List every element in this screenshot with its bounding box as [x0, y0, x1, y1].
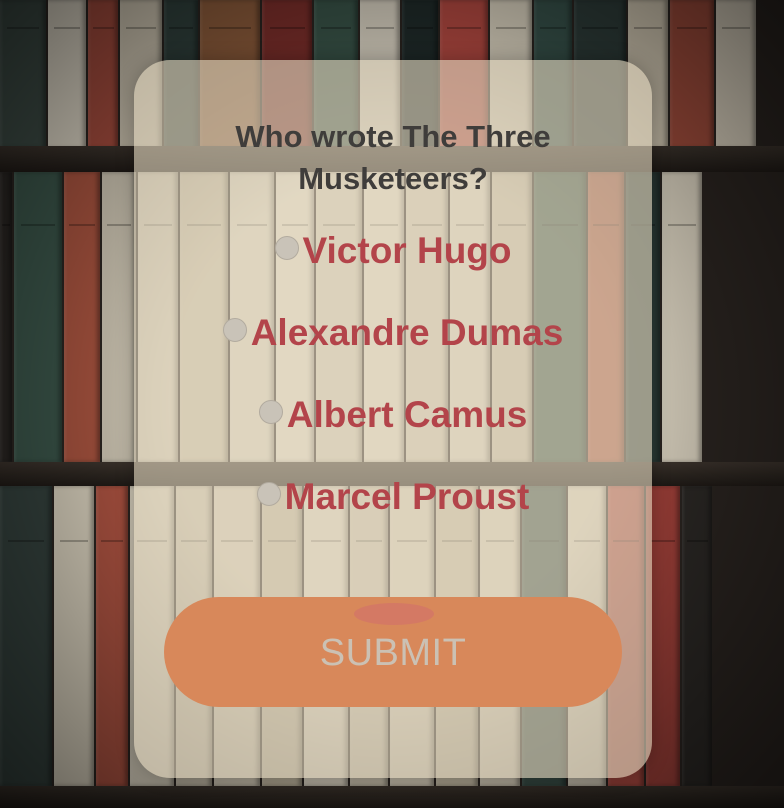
answer-label: Albert Camus	[286, 394, 528, 435]
radio-button-icon[interactable]	[256, 482, 281, 506]
answer-option-3[interactable]: Albert Camus	[134, 390, 652, 440]
answer-option-4[interactable]: Marcel Proust	[134, 472, 652, 522]
answer-option-2[interactable]: Alexandre Dumas	[134, 308, 652, 358]
answer-label: Victor Hugo	[302, 230, 512, 271]
answer-label: Alexandre Dumas	[250, 312, 564, 353]
radio-button-icon[interactable]	[222, 318, 247, 342]
answer-option-1[interactable]: Victor Hugo	[134, 226, 652, 276]
submit-label: SUBMIT	[319, 631, 467, 674]
radio-button-icon[interactable]	[258, 400, 283, 424]
quiz-screen: Who wrote The Three Musketeers? Victor H…	[0, 0, 784, 808]
quiz-card: Who wrote The Three Musketeers? Victor H…	[134, 60, 652, 778]
submit-button[interactable]: SUBMIT	[164, 597, 622, 707]
question-text: Who wrote The Three Musketeers?	[235, 119, 551, 196]
answer-label: Marcel Proust	[284, 476, 530, 517]
radio-button-icon[interactable]	[274, 236, 299, 260]
submit-highlight	[354, 603, 434, 625]
